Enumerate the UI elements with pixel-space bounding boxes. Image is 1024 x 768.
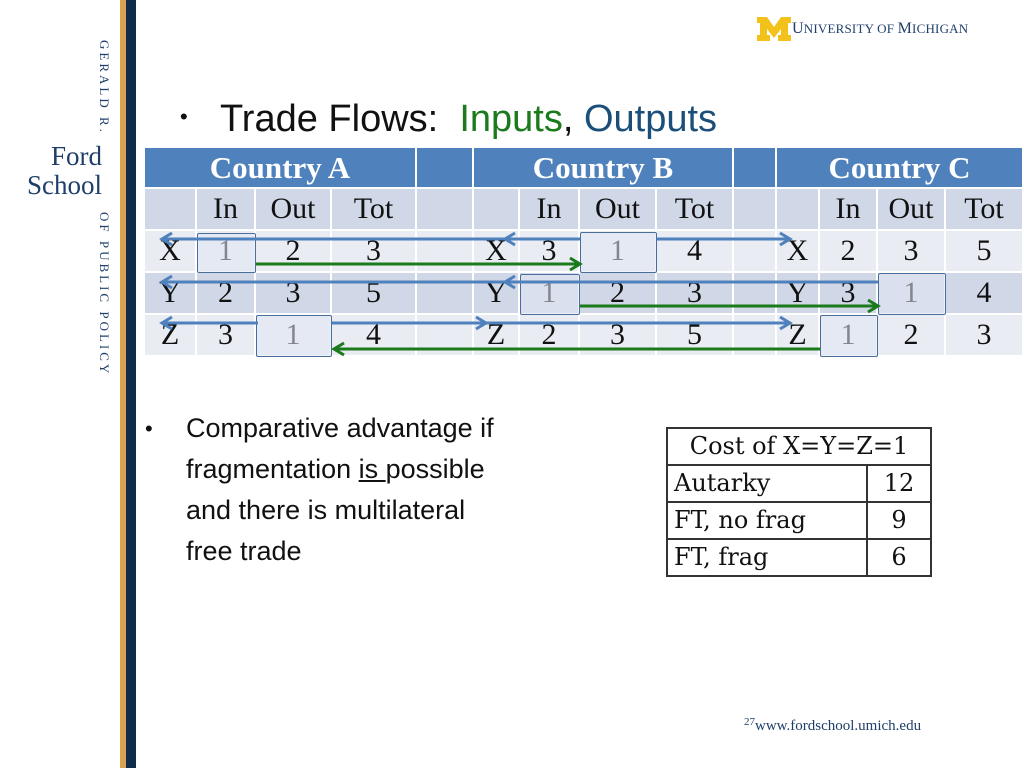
row-spacer	[417, 231, 474, 273]
good-label: Y	[474, 273, 520, 315]
country-header: Country A	[145, 148, 417, 189]
cost-label: FT, frag	[666, 538, 868, 577]
cost-table-row: FT, no frag 9	[666, 501, 932, 540]
subheader-spacer	[734, 189, 777, 231]
cell-out: 2	[878, 315, 946, 357]
row-spacer	[417, 315, 474, 357]
highlighted-cell-box	[197, 233, 256, 273]
subheader-blank	[474, 189, 520, 231]
cell-tot: 5	[332, 273, 417, 315]
row-spacer	[417, 273, 474, 315]
highlighted-cell-box	[878, 273, 946, 315]
body-bullet: •	[145, 416, 153, 441]
cost-table-row: FT, frag 6	[666, 538, 932, 577]
row-spacer	[734, 315, 777, 357]
highlighted-cell-box	[520, 274, 580, 315]
title-bullet: •	[180, 104, 188, 129]
ford-school-logo: Ford School	[14, 142, 102, 200]
block-m-icon	[757, 17, 791, 41]
ford-logo-line2: School	[26, 170, 102, 200]
cell-out: 3	[256, 273, 332, 315]
column-header: In	[520, 189, 580, 231]
good-label: Z	[145, 315, 197, 357]
good-label: Y	[777, 273, 820, 315]
subheader-spacer	[417, 189, 474, 231]
cell-out: 3	[878, 231, 946, 273]
good-label: Y	[145, 273, 197, 315]
good-label: Z	[474, 315, 520, 357]
highlighted-cell-box	[256, 315, 332, 357]
cost-table-header-row: Cost of X=Y=Z=1	[666, 427, 932, 466]
title-outputs: Outputs	[583, 98, 718, 140]
good-label: X	[474, 231, 520, 273]
sidebar-of-public-policy: OF PUBLIC POLICY	[97, 212, 112, 377]
university-of-michigan-logo: UNIVERSITY OF MICHIGAN	[757, 17, 968, 41]
body-paragraph: Comparative advantage if fragmentation i…	[186, 408, 566, 572]
cell-tot: 5	[657, 315, 734, 357]
row-spacer	[734, 273, 777, 315]
cell-tot: 4	[946, 273, 1024, 315]
cost-table-header: Cost of X=Y=Z=1	[666, 427, 932, 466]
body-line-4: free trade	[186, 536, 302, 566]
cell-in: 3	[197, 315, 256, 357]
good-label: X	[777, 231, 820, 273]
cell-tot: 3	[332, 231, 417, 273]
cell-tot: 3	[657, 273, 734, 315]
trade-flow-table: Country AInOutTotX123Y235Z314Country BIn…	[145, 148, 1024, 357]
title-inputs: Inputs	[459, 98, 563, 140]
cost-label: FT, no frag	[666, 501, 868, 540]
cost-label: Autarky	[666, 464, 868, 503]
footer-url[interactable]: www.fordschool.umich.edu	[755, 718, 921, 734]
ford-logo-line1: Ford	[50, 141, 102, 171]
column-header: Out	[256, 189, 332, 231]
country-header: Country C	[777, 148, 1024, 189]
cost-table: Cost of X=Y=Z=1 Autarky 12 FT, no frag 9 F…	[666, 427, 932, 577]
cell-in: 2	[520, 315, 580, 357]
column-header: In	[197, 189, 256, 231]
underlined-is: is	[358, 454, 386, 484]
footer: 27www.fordschool.umich.edu	[744, 716, 921, 735]
column-header: Out	[878, 189, 946, 231]
column-header: Tot	[946, 189, 1024, 231]
cell-in: 2	[820, 231, 878, 273]
column-header: In	[820, 189, 878, 231]
cell-out: 2	[256, 231, 332, 273]
cell-tot: 4	[657, 231, 734, 273]
cell-in: 3	[520, 231, 580, 273]
sidebar-gerald-r: GERALD R.	[97, 40, 112, 135]
good-label: X	[145, 231, 197, 273]
body-line-2: fragmentation is possible	[186, 454, 485, 484]
navy-stripe	[126, 0, 136, 768]
subheader-blank	[145, 189, 197, 231]
column-header: Tot	[332, 189, 417, 231]
cell-tot: 5	[946, 231, 1024, 273]
header-spacer	[734, 148, 777, 189]
subheader-blank	[777, 189, 820, 231]
good-label: Z	[777, 315, 820, 357]
page-number: 27	[744, 716, 755, 728]
highlighted-cell-box	[820, 315, 878, 357]
country-header: Country B	[474, 148, 734, 189]
slide-title: Trade Flows: Inputs, Outputs	[220, 98, 718, 140]
column-header: Out	[580, 189, 657, 231]
header-spacer	[417, 148, 474, 189]
cell-tot: 4	[332, 315, 417, 357]
highlighted-cell-box	[580, 232, 657, 273]
cell-out: 2	[580, 273, 657, 315]
cell-tot: 3	[946, 315, 1024, 357]
body-line-3: and there is multilateral	[186, 495, 466, 525]
cost-value: 12	[866, 464, 932, 503]
university-name: UNIVERSITY OF MICHIGAN	[792, 20, 969, 37]
cost-value: 9	[866, 501, 932, 540]
cost-table-row: Autarky 12	[666, 464, 932, 503]
cell-in: 3	[820, 273, 878, 315]
cost-value: 6	[866, 538, 932, 577]
body-line-1: Comparative advantage if	[186, 413, 494, 443]
cell-in: 2	[197, 273, 256, 315]
row-spacer	[734, 231, 777, 273]
column-header: Tot	[657, 189, 734, 231]
cell-out: 3	[580, 315, 657, 357]
